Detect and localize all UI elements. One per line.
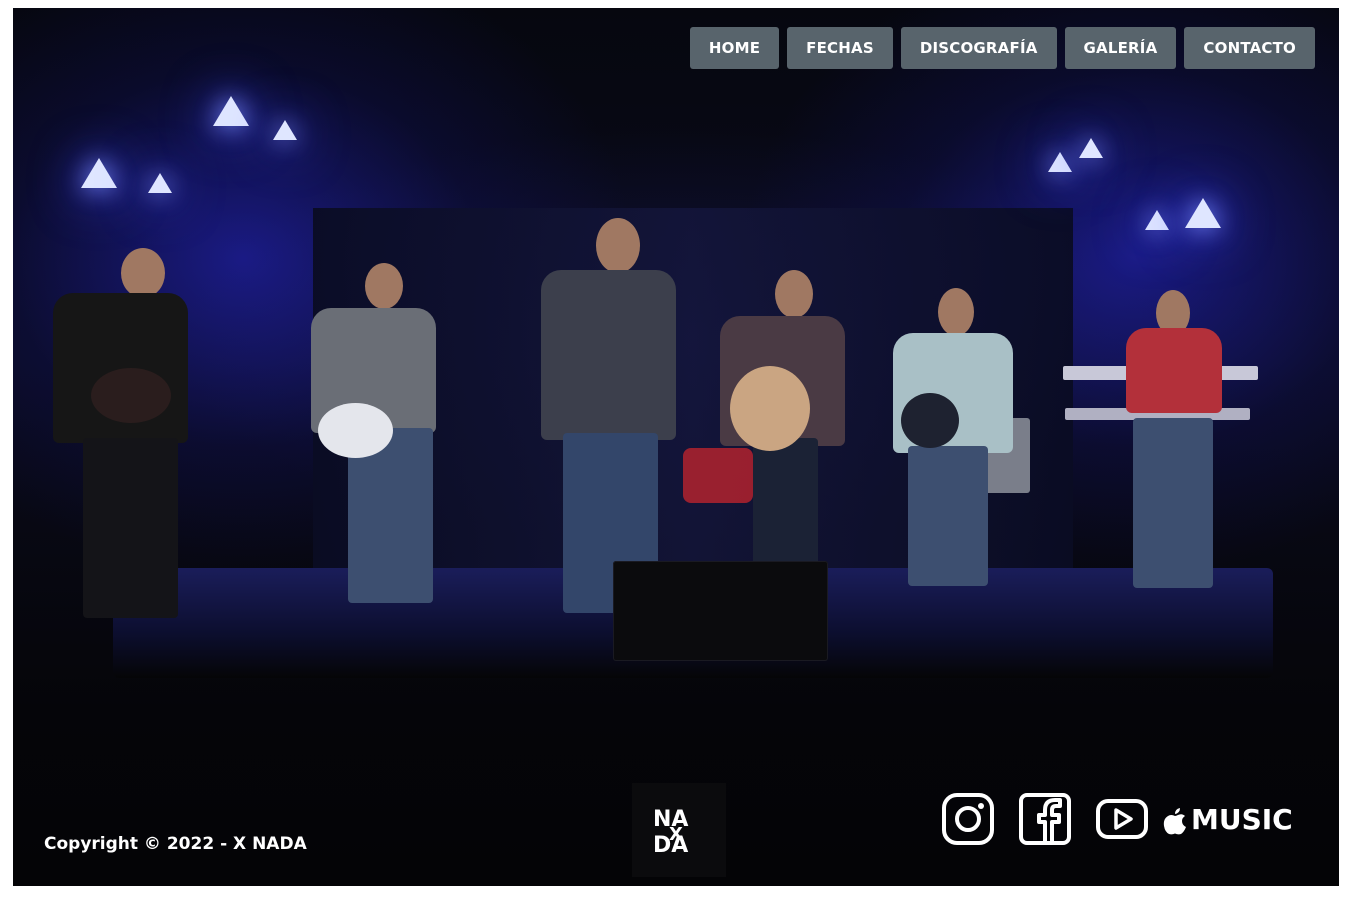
nav-home[interactable]: HOME [689, 27, 780, 69]
apple-music-icon [1163, 807, 1186, 834]
nav-galeria[interactable]: GALERÍA [1064, 27, 1177, 69]
nav-contacto[interactable]: CONTACTO [1184, 27, 1315, 69]
youtube-icon [1096, 799, 1148, 839]
facebook-icon [1019, 793, 1071, 845]
band-logo[interactable]: NA DA X [632, 783, 726, 877]
stage-light [81, 158, 117, 188]
stage-light [1079, 138, 1103, 158]
apple-music-link[interactable]: MUSIC [1163, 803, 1293, 836]
svg-text:X: X [669, 824, 683, 845]
stage-monitor-speaker [613, 561, 828, 661]
copyright-text: Copyright © 2022 - X NADA [44, 834, 307, 854]
nav-fechas[interactable]: FECHAS [787, 27, 893, 69]
stage-light [1185, 198, 1221, 228]
stage-light [273, 120, 297, 140]
x-nada-logo-icon: NA DA X [653, 807, 688, 858]
drum-kit [683, 448, 753, 503]
stage-light [1145, 210, 1169, 230]
nav-discografia[interactable]: DISCOGRAFÍA [900, 27, 1057, 69]
stage-light [213, 96, 249, 126]
stage-light [148, 173, 172, 193]
instagram-link[interactable] [941, 792, 995, 846]
main-nav: HOME FECHAS DISCOGRAFÍA GALERÍA CONTACTO [689, 27, 1315, 69]
facebook-link[interactable] [1018, 792, 1072, 846]
instagram-icon [942, 793, 994, 845]
youtube-link[interactable] [1095, 798, 1149, 840]
apple-music-label: MUSIC [1191, 803, 1293, 836]
hero-image-frame: HOME FECHAS DISCOGRAFÍA GALERÍA CONTACTO… [13, 8, 1339, 886]
stage-light [1048, 152, 1072, 172]
